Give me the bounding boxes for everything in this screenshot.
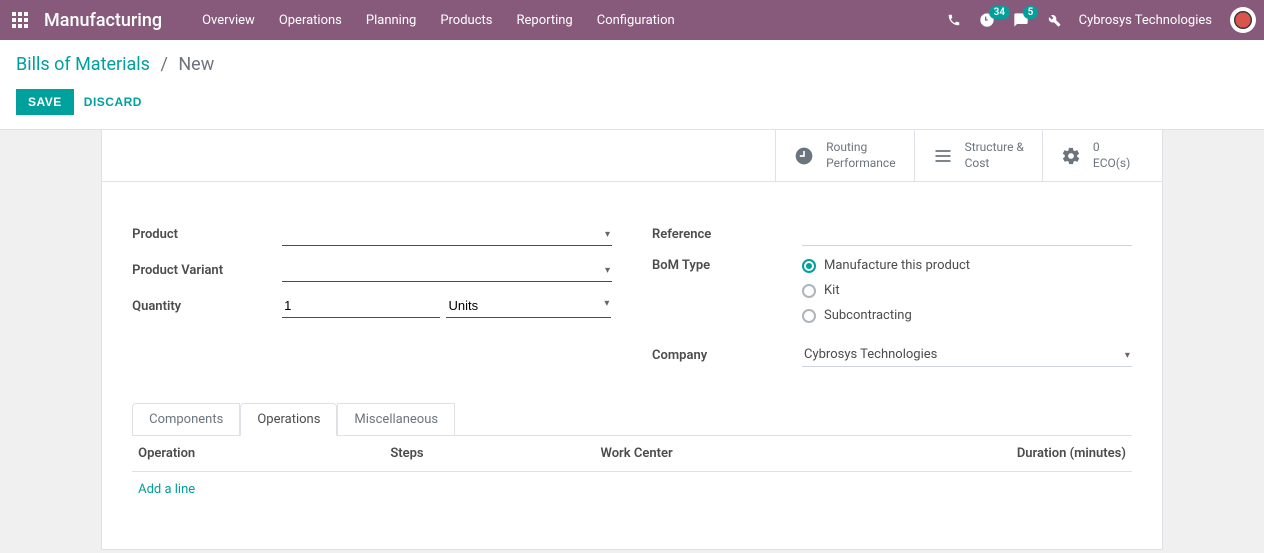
top-navbar: Manufacturing Overview Operations Planni…: [0, 0, 1264, 40]
add-line-link[interactable]: Add a line: [138, 482, 195, 497]
product-input[interactable]: [282, 222, 612, 246]
apps-icon[interactable]: [8, 8, 32, 32]
stat-struct-l1: Structure &: [965, 140, 1024, 156]
stat-routing-performance[interactable]: Routing Performance: [775, 130, 913, 181]
stat-eco-l1: 0: [1093, 140, 1130, 156]
col-steps: Steps: [390, 446, 600, 461]
breadcrumb-root[interactable]: Bills of Materials: [16, 54, 150, 75]
tools-icon[interactable]: [1047, 13, 1061, 27]
bom-type-label: BoM Type: [652, 258, 802, 273]
menu-operations[interactable]: Operations: [279, 13, 342, 28]
reference-label: Reference: [652, 227, 802, 242]
radio-kit-label: Kit: [824, 283, 840, 298]
discard-button[interactable]: DISCARD: [84, 95, 142, 109]
radio-subcontracting[interactable]: Subcontracting: [802, 308, 970, 323]
stat-structure-cost[interactable]: Structure & Cost: [914, 130, 1042, 181]
menu-configuration[interactable]: Configuration: [597, 13, 675, 28]
app-title: Manufacturing: [44, 10, 162, 31]
tab-operations[interactable]: Operations: [240, 403, 337, 436]
menu-overview[interactable]: Overview: [202, 13, 255, 28]
quantity-label: Quantity: [132, 299, 282, 314]
activities-badge: 34: [989, 6, 1010, 19]
col-operation: Operation: [138, 446, 390, 461]
col-work-center: Work Center: [600, 446, 915, 461]
company-switcher[interactable]: Cybrosys Technologies: [1079, 13, 1212, 28]
stat-buttons-row: Routing Performance Structure & Cost 0 E…: [102, 130, 1162, 182]
breadcrumb-current: New: [178, 54, 214, 75]
tab-miscellaneous[interactable]: Miscellaneous: [337, 403, 455, 436]
main-menu: Overview Operations Planning Products Re…: [202, 13, 675, 28]
tabs: Components Operations Miscellaneous: [132, 403, 1132, 436]
activities-icon[interactable]: 34: [979, 12, 995, 28]
save-button[interactable]: SAVE: [16, 89, 74, 115]
stat-struct-l2: Cost: [965, 156, 1024, 172]
tab-components[interactable]: Components: [132, 403, 240, 436]
radio-sub-label: Subcontracting: [824, 308, 912, 323]
menu-products[interactable]: Products: [440, 13, 492, 28]
menu-planning[interactable]: Planning: [366, 13, 416, 28]
chevron-down-icon: ▾: [604, 298, 609, 309]
col-duration: Duration (minutes): [916, 446, 1126, 461]
radio-kit[interactable]: Kit: [802, 283, 970, 298]
breadcrumb: Bills of Materials / New: [16, 40, 1248, 89]
grid-header: Operation Steps Work Center Duration (mi…: [132, 436, 1132, 472]
stat-routing-l2: Performance: [826, 156, 895, 172]
breadcrumb-sep: /: [160, 54, 167, 75]
avatar[interactable]: [1230, 7, 1256, 33]
quantity-input[interactable]: [282, 294, 440, 318]
reference-input[interactable]: [802, 222, 1132, 246]
messages-badge: 5: [1023, 6, 1039, 19]
menu-reporting[interactable]: Reporting: [517, 13, 573, 28]
variant-input[interactable]: [282, 258, 612, 282]
radio-manufacture-label: Manufacture this product: [824, 258, 970, 273]
phone-icon[interactable]: [947, 13, 961, 27]
company-select[interactable]: Cybrosys Technologies ▾: [802, 343, 1132, 367]
chevron-down-icon: ▾: [1125, 350, 1130, 361]
company-label: Company: [652, 348, 802, 363]
form-sheet: Routing Performance Structure & Cost 0 E…: [101, 130, 1163, 550]
quantity-unit-select[interactable]: [446, 294, 611, 318]
stat-ecos[interactable]: 0 ECO(s): [1042, 130, 1162, 181]
control-panel: Bills of Materials / New SAVE DISCARD: [0, 40, 1264, 130]
company-value: Cybrosys Technologies: [802, 343, 1132, 367]
variant-label: Product Variant: [132, 263, 282, 278]
topnav-right: 34 5 Cybrosys Technologies: [947, 7, 1256, 33]
stat-eco-l2: ECO(s): [1093, 156, 1130, 172]
messages-icon[interactable]: 5: [1013, 12, 1029, 28]
product-label: Product: [132, 227, 282, 242]
stat-routing-l1: Routing: [826, 140, 895, 156]
radio-manufacture[interactable]: Manufacture this product: [802, 258, 970, 273]
